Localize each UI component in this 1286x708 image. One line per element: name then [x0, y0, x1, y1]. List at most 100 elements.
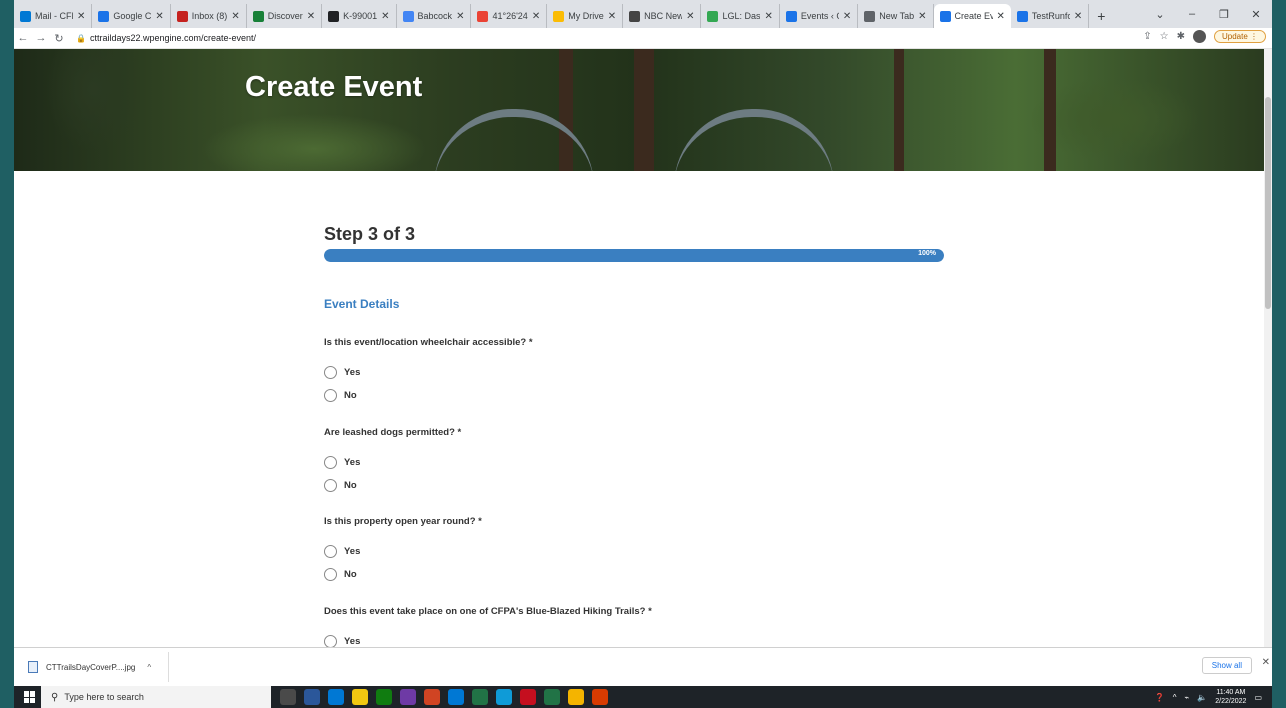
- forward-icon[interactable]: →: [32, 32, 50, 44]
- tab-favicon-icon: [553, 10, 565, 22]
- taskbar-app-icon[interactable]: [400, 689, 416, 705]
- radio-button[interactable]: [324, 478, 337, 492]
- radio-option-yes[interactable]: Yes: [324, 545, 360, 558]
- browser-tab[interactable]: Inbox (8) ✕: [171, 4, 247, 28]
- browser-tab[interactable]: Google Cl ✕: [92, 4, 171, 28]
- help-icon[interactable]: ❓: [1155, 693, 1165, 702]
- tab-favicon-icon: [785, 10, 797, 22]
- taskbar-app-icon[interactable]: [520, 689, 536, 705]
- page-scrollbar[interactable]: [1264, 49, 1272, 647]
- tab-close-icon[interactable]: ✕: [764, 11, 772, 22]
- tab-close-icon[interactable]: ✕: [532, 11, 540, 22]
- chevron-up-icon[interactable]: ^: [147, 663, 151, 672]
- update-button[interactable]: Update ⋮: [1213, 30, 1266, 43]
- browser-tab[interactable]: My Drive ✕: [547, 4, 624, 28]
- tab-close-icon[interactable]: ✕: [608, 11, 616, 22]
- tab-close-icon[interactable]: ✕: [155, 11, 163, 22]
- tab-close-icon[interactable]: ✕: [307, 11, 315, 22]
- taskbar-app-icon[interactable]: [328, 689, 344, 705]
- tab-favicon-icon: [402, 10, 414, 22]
- tab-search-icon[interactable]: ⌄: [1144, 8, 1176, 21]
- tab-title: Create Ev: [954, 11, 993, 21]
- notifications-icon[interactable]: ▭: [1254, 693, 1262, 702]
- extensions-icon[interactable]: ✱: [1177, 31, 1185, 42]
- volume-icon[interactable]: 🔈: [1197, 693, 1207, 702]
- taskbar-app-icon[interactable]: [592, 689, 608, 705]
- bridge-arch-right: [674, 109, 834, 171]
- network-icon[interactable]: ⌁: [1184, 693, 1189, 702]
- taskbar-search[interactable]: ⚲ Type here to search: [41, 686, 271, 708]
- new-tab-button[interactable]: +: [1089, 4, 1113, 28]
- browser-tab[interactable]: LGL: Das ✕: [701, 4, 780, 28]
- taskbar-app-icon[interactable]: [280, 689, 296, 705]
- back-icon[interactable]: ←: [14, 32, 32, 44]
- radio-button[interactable]: [324, 455, 337, 469]
- radio-button[interactable]: [324, 568, 337, 581]
- radio-button[interactable]: [324, 366, 337, 379]
- radio-option-no[interactable]: No: [324, 478, 357, 492]
- close-window-icon[interactable]: ✕: [1240, 8, 1272, 21]
- taskbar-app-icon[interactable]: [568, 689, 584, 705]
- share-icon[interactable]: ⇪: [1143, 31, 1151, 42]
- tab-favicon-icon: [864, 10, 876, 22]
- taskbar-app-icon[interactable]: [376, 689, 392, 705]
- taskbar-app-icon[interactable]: [472, 689, 488, 705]
- radio-button[interactable]: [324, 634, 337, 648]
- browser-tab[interactable]: Babcock ✕: [397, 4, 472, 28]
- taskbar-app-icon[interactable]: [448, 689, 464, 705]
- radio-button[interactable]: [324, 545, 337, 558]
- tab-strip: Mail - CFP✕Google Cl✕Inbox (8)✕Discover✕…: [14, 0, 1272, 28]
- radio-label: No: [344, 479, 357, 491]
- profile-avatar[interactable]: [1192, 30, 1206, 43]
- taskbar-app-icon[interactable]: [304, 689, 320, 705]
- tab-title: Babcock: [417, 11, 453, 21]
- browser-tab[interactable]: TestRunfo ✕: [1011, 4, 1090, 28]
- browser-tab[interactable]: Discover ✕: [247, 4, 323, 28]
- restore-icon[interactable]: ❐: [1208, 8, 1240, 21]
- scrollbar-thumb[interactable]: [1265, 97, 1271, 309]
- browser-tab[interactable]: New Tab ✕: [858, 4, 934, 28]
- clock[interactable]: 11:40 AM 2/22/2022: [1215, 688, 1246, 706]
- radio-option-no[interactable]: No: [324, 568, 357, 581]
- tab-close-icon[interactable]: ✕: [686, 11, 694, 22]
- tab-close-icon[interactable]: ✕: [1074, 11, 1082, 22]
- windows-start-icon[interactable]: [24, 691, 36, 703]
- tab-close-icon[interactable]: ✕: [381, 11, 389, 22]
- radio-option-yes[interactable]: Yes: [324, 455, 360, 469]
- tab-close-icon[interactable]: ✕: [997, 11, 1005, 22]
- browser-tab[interactable]: Create Ev ✕: [933, 4, 1011, 28]
- radio-option-no[interactable]: No: [324, 389, 357, 402]
- question-label: Is this property open year round? *: [324, 516, 482, 527]
- tab-favicon-icon: [629, 10, 641, 22]
- chevron-up-icon[interactable]: ^: [1173, 693, 1177, 702]
- close-icon[interactable]: ✕: [1262, 657, 1270, 668]
- download-item[interactable]: CTTrailsDayCoverP....jpg ^: [14, 652, 169, 682]
- taskbar-app-icon[interactable]: [544, 689, 560, 705]
- browser-tab[interactable]: K-99001 ✕: [322, 4, 397, 28]
- browser-tab[interactable]: 41°26'24 ✕: [471, 4, 548, 28]
- bookmark-star-icon[interactable]: ☆: [1160, 31, 1169, 42]
- browser-tab[interactable]: NBC New ✕: [623, 4, 702, 28]
- system-tray: ❓ ^ ⌁ 🔈 11:40 AM 2/22/2022 ▭: [1155, 686, 1262, 708]
- minimize-icon[interactable]: –: [1176, 8, 1208, 20]
- browser-tab[interactable]: Mail - CFP ✕: [14, 4, 93, 28]
- tab-close-icon[interactable]: ✕: [456, 11, 464, 22]
- reload-icon[interactable]: ↻: [50, 32, 68, 45]
- tab-close-icon[interactable]: ✕: [918, 11, 926, 22]
- radio-button[interactable]: [324, 389, 337, 402]
- tab-close-icon[interactable]: ✕: [231, 11, 239, 22]
- taskbar-app-icon[interactable]: [424, 689, 440, 705]
- tab-close-icon[interactable]: ✕: [843, 11, 851, 22]
- clock-date: 2/22/2022: [1215, 698, 1247, 705]
- address-bar[interactable]: cttraildays22.wpengine.com/create-event/: [90, 33, 256, 43]
- browser-tab[interactable]: Events ‹ C ✕: [780, 4, 859, 28]
- radio-option-yes[interactable]: Yes: [324, 366, 360, 379]
- tab-close-icon[interactable]: ✕: [77, 11, 85, 22]
- radio-option-yes[interactable]: Yes: [324, 634, 360, 648]
- show-all-button[interactable]: Show all: [1201, 657, 1252, 674]
- pinned-apps: [280, 689, 608, 705]
- taskbar-app-icon[interactable]: [352, 689, 368, 705]
- lock-icon[interactable]: 🔒: [76, 34, 86, 43]
- taskbar-app-icon[interactable]: [496, 689, 512, 705]
- progress-bar: 100%: [324, 249, 944, 262]
